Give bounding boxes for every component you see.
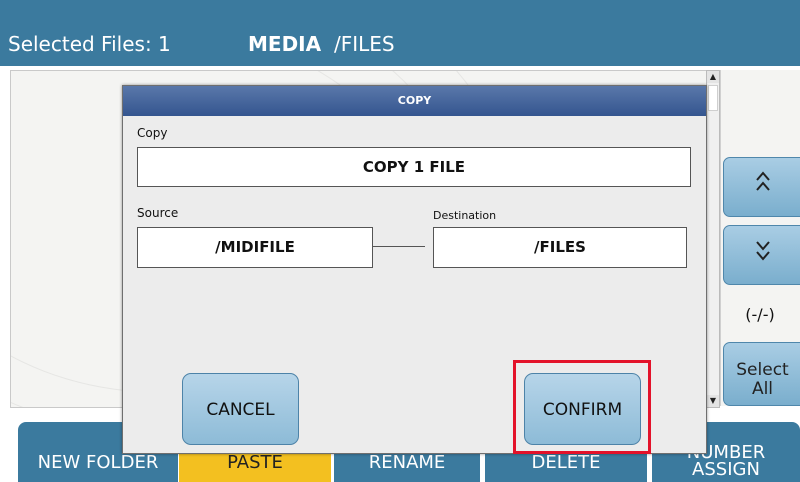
scroll-down-arrow-icon[interactable]: ▼ [707, 395, 719, 407]
dialog-title: COPY [123, 86, 706, 116]
file-list-scrollbar[interactable]: ▲ ▼ [706, 70, 720, 408]
current-path: /FILES [334, 32, 395, 56]
confirm-highlight-box [513, 360, 651, 454]
scroll-thumb[interactable] [708, 85, 718, 111]
source-label: Source [137, 206, 179, 220]
rename-label: RENAME [368, 452, 446, 473]
header-bar: Selected Files: 1 MEDIA /FILES [0, 0, 800, 66]
destination-field[interactable]: /FILES [433, 227, 687, 268]
chevron-up-icon [724, 170, 800, 195]
copy-summary-field: COPY 1 FILE [137, 147, 691, 187]
page-counter: (-/-) [745, 305, 775, 324]
source-field[interactable]: /MIDIFILE [137, 227, 373, 268]
number-assign-label-line2: ASSIGN [692, 459, 760, 480]
delete-label: DELETE [531, 452, 601, 473]
media-title: MEDIA [248, 32, 322, 56]
select-all-label-line1: Select [736, 360, 789, 380]
scroll-up-arrow-icon[interactable]: ▲ [707, 71, 719, 83]
paste-label: PASTE [227, 452, 283, 473]
chevron-down-icon [724, 238, 800, 263]
selected-files-count: Selected Files: 1 [8, 32, 171, 56]
new-folder-label: NEW FOLDER [37, 452, 159, 473]
select-all-label-line2: All [751, 379, 774, 399]
source-destination-connector [373, 246, 425, 247]
copy-label: Copy [137, 126, 168, 140]
page-up-button[interactable] [723, 157, 800, 217]
cancel-button[interactable]: CANCEL [182, 373, 299, 445]
select-all-button[interactable]: Select All [723, 342, 800, 406]
page-down-button[interactable] [723, 225, 800, 285]
destination-label: Destination [433, 209, 497, 222]
